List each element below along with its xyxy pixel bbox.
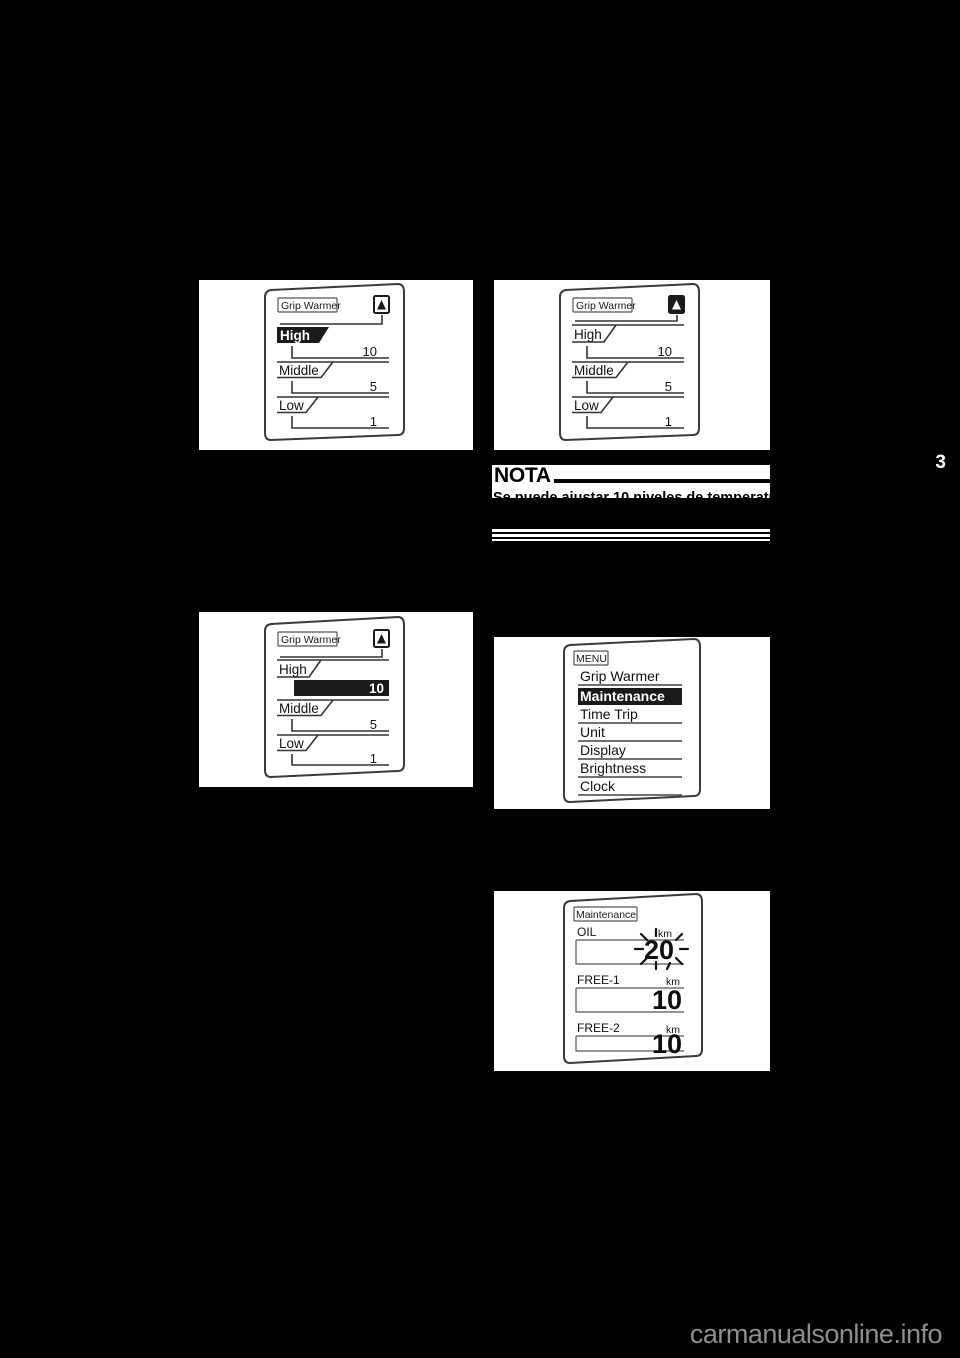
- row-value-1: 10: [363, 344, 377, 359]
- maintenance-row-value-free1: 10: [652, 985, 682, 1015]
- note-title: NOTA: [494, 464, 551, 487]
- row-value-3: 1: [665, 414, 672, 429]
- row-value-2: 5: [370, 717, 377, 732]
- menu-item-brightness[interactable]: Brightness: [580, 760, 646, 776]
- row-value-2: 5: [370, 379, 377, 394]
- note-rule: [554, 479, 770, 483]
- maintenance-header-label: Maintenance: [576, 909, 636, 921]
- row-label-3: Low: [279, 736, 304, 751]
- note-body-clipped: Se puede ajustar 10 niveles de temperatu…: [492, 490, 770, 498]
- row-label-1: High: [279, 662, 307, 677]
- row-value-1: 10: [658, 344, 672, 359]
- figure-plate-maintenance: Maintenance OIL km 20 FREE-1 km 10 FREE-…: [494, 891, 770, 1071]
- maintenance-row-label-oil: OIL: [577, 925, 597, 939]
- menu-item-clock[interactable]: Clock: [580, 778, 616, 794]
- note-footer-rule-bottom: [492, 537, 770, 539]
- row-value-1: 10: [369, 681, 384, 696]
- row-value-3: 1: [370, 414, 377, 429]
- row-label-3: Low: [279, 398, 304, 413]
- note-body-text: Se puede ajustar 10 niveles de temperatu…: [493, 490, 770, 498]
- menu-item-display[interactable]: Display: [580, 742, 626, 758]
- lcd-grip-warmer-indicator: Grip Warmer High 10 Middle 5 Low 1: [559, 283, 700, 441]
- row-value-3: 1: [370, 751, 377, 766]
- menu-header-label: MENU: [576, 653, 607, 665]
- note-heading-band: NOTA: [492, 464, 770, 490]
- menu-item-maintenance[interactable]: Maintenance: [580, 688, 665, 704]
- lcd-grip-warmer-value: Grip Warmer High 10 Middle 5 Low 1: [264, 616, 405, 778]
- row-label-2: Middle: [574, 363, 614, 378]
- note-footer-rule-top: [492, 532, 770, 534]
- maintenance-row-value-free2: 10: [652, 1029, 682, 1059]
- lcd-header-label-3: Grip Warmer: [281, 634, 341, 646]
- note-footer-rules: [492, 529, 770, 541]
- menu-item-grip-warmer[interactable]: Grip Warmer: [580, 668, 660, 684]
- row-label-2: Middle: [279, 701, 319, 716]
- page-number: 3: [935, 452, 946, 473]
- menu-item-time-trip[interactable]: Time Trip: [580, 706, 638, 722]
- row-label-1: High: [574, 327, 602, 342]
- figure-plate-grip-warmer-high: Grip Warmer High 10 Middle 5 Low 1: [199, 280, 473, 450]
- row-label-1: High: [280, 328, 310, 343]
- lcd-header-label-2: Grip Warmer: [576, 300, 636, 312]
- lcd-menu-screen: MENU Grip Warmer Maintenance Time Trip U…: [563, 638, 701, 803]
- menu-item-unit[interactable]: Unit: [580, 724, 605, 740]
- figure-plate-grip-warmer-indicator: Grip Warmer High 10 Middle 5 Low 1: [494, 280, 770, 450]
- maintenance-row-value-oil: 20: [644, 935, 674, 965]
- figure-plate-menu: MENU Grip Warmer Maintenance Time Trip U…: [494, 637, 770, 809]
- maintenance-row-label-free2: FREE-2: [577, 1021, 620, 1035]
- lcd-maintenance-screen: Maintenance OIL km 20 FREE-1 km 10 FREE-…: [563, 893, 703, 1064]
- lcd-grip-warmer-high: Grip Warmer High 10 Middle 5 Low 1: [264, 283, 405, 441]
- lcd-header-label-1: Grip Warmer: [281, 300, 341, 312]
- row-label-2: Middle: [279, 363, 319, 378]
- row-label-3: Low: [574, 398, 599, 413]
- maintenance-row-label-free1: FREE-1: [577, 973, 620, 987]
- note-block: NOTA Se puede ajustar 10 niveles de temp…: [492, 464, 770, 498]
- site-watermark: carmanualsonline.info: [689, 1319, 943, 1349]
- figure-plate-grip-warmer-value: Grip Warmer High 10 Middle 5 Low 1: [199, 612, 473, 787]
- row-value-2: 5: [665, 379, 672, 394]
